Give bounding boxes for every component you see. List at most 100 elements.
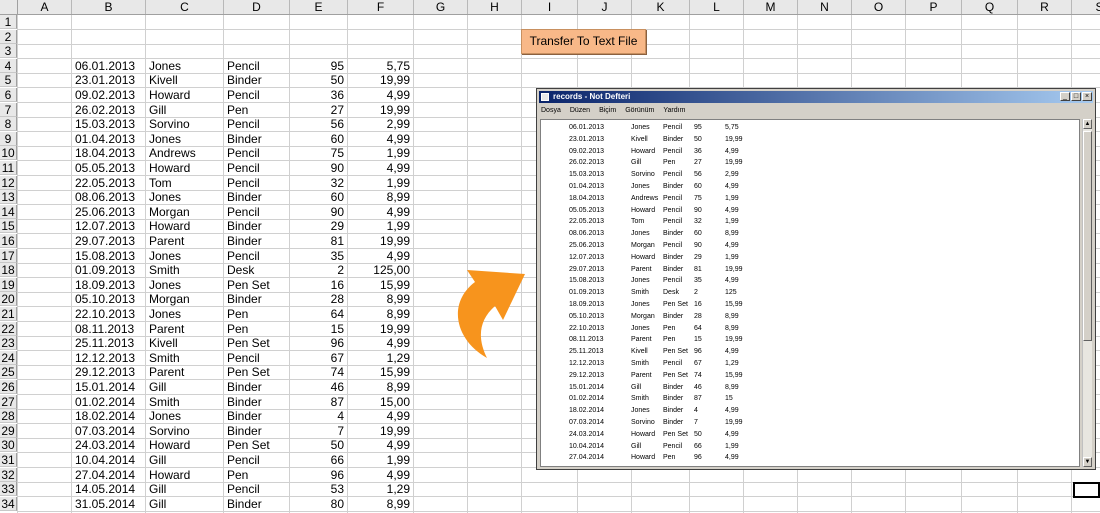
name-cell[interactable]: Parent bbox=[146, 365, 223, 379]
units-cell[interactable]: 15 bbox=[290, 322, 347, 336]
name-cell[interactable]: Jones bbox=[146, 409, 223, 423]
column-header[interactable]: L bbox=[690, 0, 744, 14]
item-cell[interactable]: Binder bbox=[224, 497, 289, 511]
column-header[interactable]: J bbox=[578, 0, 632, 14]
date-cell[interactable]: 01.02.2014 bbox=[72, 395, 145, 409]
units-cell[interactable]: 87 bbox=[290, 395, 347, 409]
date-cell[interactable]: 31.05.2014 bbox=[72, 497, 145, 511]
date-cell[interactable]: 15.03.2013 bbox=[72, 117, 145, 131]
units-cell[interactable]: 35 bbox=[290, 249, 347, 263]
price-cell[interactable]: 2,99 bbox=[348, 117, 413, 131]
close-button[interactable]: × bbox=[1082, 92, 1092, 101]
price-cell[interactable]: 4,99 bbox=[348, 336, 413, 350]
date-cell[interactable]: 23.01.2013 bbox=[72, 73, 145, 87]
name-cell[interactable]: Andrews bbox=[146, 146, 223, 160]
price-cell[interactable]: 4,99 bbox=[348, 468, 413, 482]
units-cell[interactable]: 90 bbox=[290, 161, 347, 175]
vertical-scrollbar[interactable]: ▲ ▼ bbox=[1082, 119, 1092, 467]
name-cell[interactable]: Jones bbox=[146, 278, 223, 292]
name-cell[interactable]: Jones bbox=[146, 132, 223, 146]
column-header[interactable]: F bbox=[348, 0, 414, 14]
name-cell[interactable]: Parent bbox=[146, 322, 223, 336]
price-cell[interactable]: 4,99 bbox=[348, 249, 413, 263]
name-cell[interactable]: Howard bbox=[146, 88, 223, 102]
date-cell[interactable]: 18.09.2013 bbox=[72, 278, 145, 292]
date-cell[interactable]: 25.11.2013 bbox=[72, 336, 145, 350]
row-header[interactable]: 4 bbox=[0, 58, 17, 73]
name-cell[interactable]: Smith bbox=[146, 351, 223, 365]
item-cell[interactable]: Pen Set bbox=[224, 336, 289, 350]
column-header[interactable]: N bbox=[798, 0, 852, 14]
item-cell[interactable]: Pencil bbox=[224, 117, 289, 131]
select-all-corner[interactable] bbox=[0, 0, 18, 14]
name-cell[interactable]: Howard bbox=[146, 438, 223, 452]
row-header[interactable]: 19 bbox=[0, 277, 17, 292]
column-header[interactable]: O bbox=[852, 0, 906, 14]
row-header[interactable]: 28 bbox=[0, 409, 17, 424]
name-cell[interactable]: Jones bbox=[146, 59, 223, 73]
column-header[interactable]: D bbox=[224, 0, 290, 14]
maximize-button[interactable]: □ bbox=[1071, 92, 1081, 101]
price-cell[interactable]: 4,99 bbox=[348, 438, 413, 452]
row-header[interactable]: 14 bbox=[0, 204, 17, 219]
notepad-text-area[interactable]: 06.01.2013 Jones Pencil 95 5,75 23.01.2013 Kiv… bbox=[540, 119, 1080, 467]
item-cell[interactable]: Pencil bbox=[224, 482, 289, 496]
date-cell[interactable]: 09.02.2013 bbox=[72, 88, 145, 102]
row-header[interactable]: 30 bbox=[0, 438, 17, 453]
date-cell[interactable]: 22.10.2013 bbox=[72, 307, 145, 321]
item-cell[interactable]: Pen bbox=[224, 307, 289, 321]
minimize-button[interactable]: _ bbox=[1060, 92, 1070, 101]
price-cell[interactable]: 1,99 bbox=[348, 453, 413, 467]
date-cell[interactable]: 05.10.2013 bbox=[72, 292, 145, 306]
date-cell[interactable]: 12.12.2013 bbox=[72, 351, 145, 365]
price-cell[interactable]: 4,99 bbox=[348, 161, 413, 175]
units-cell[interactable]: 7 bbox=[290, 424, 347, 438]
date-cell[interactable]: 22.05.2013 bbox=[72, 176, 145, 190]
row-header[interactable]: 3 bbox=[0, 44, 17, 59]
column-header[interactable]: I bbox=[522, 0, 578, 14]
units-cell[interactable]: 50 bbox=[290, 438, 347, 452]
date-cell[interactable]: 08.11.2013 bbox=[72, 322, 145, 336]
units-cell[interactable]: 96 bbox=[290, 336, 347, 350]
item-cell[interactable]: Pen Set bbox=[224, 278, 289, 292]
item-cell[interactable]: Pencil bbox=[224, 161, 289, 175]
name-cell[interactable]: Kivell bbox=[146, 73, 223, 87]
price-cell[interactable]: 4,99 bbox=[348, 205, 413, 219]
column-header[interactable]: R bbox=[1018, 0, 1072, 14]
name-cell[interactable]: Tom bbox=[146, 176, 223, 190]
menu-bicim[interactable]: Biçim bbox=[599, 105, 616, 117]
date-cell[interactable]: 12.07.2013 bbox=[72, 219, 145, 233]
item-cell[interactable]: Binder bbox=[224, 132, 289, 146]
item-cell[interactable]: Pencil bbox=[224, 176, 289, 190]
column-header[interactable]: K bbox=[632, 0, 690, 14]
units-cell[interactable]: 96 bbox=[290, 468, 347, 482]
column-header[interactable]: H bbox=[468, 0, 522, 14]
row-header[interactable]: 11 bbox=[0, 161, 17, 175]
date-cell[interactable]: 27.04.2014 bbox=[72, 468, 145, 482]
row-header[interactable]: 22 bbox=[0, 321, 17, 336]
price-cell[interactable]: 19,99 bbox=[348, 103, 413, 117]
price-cell[interactable]: 4,99 bbox=[348, 409, 413, 423]
item-cell[interactable]: Pen bbox=[224, 103, 289, 117]
row-header[interactable]: 1 bbox=[0, 15, 17, 29]
item-cell[interactable]: Binder bbox=[224, 424, 289, 438]
row-header[interactable]: 16 bbox=[0, 234, 17, 248]
row-header[interactable]: 17 bbox=[0, 248, 17, 263]
row-header[interactable]: 25 bbox=[0, 365, 17, 380]
price-cell[interactable]: 19,99 bbox=[348, 234, 413, 248]
date-cell[interactable]: 15.01.2014 bbox=[72, 380, 145, 394]
row-header[interactable]: 21 bbox=[0, 307, 17, 321]
price-cell[interactable]: 8,99 bbox=[348, 292, 413, 306]
units-cell[interactable]: 32 bbox=[290, 176, 347, 190]
menu-gorunum[interactable]: Görünüm bbox=[625, 105, 654, 117]
item-cell[interactable]: Pencil bbox=[224, 88, 289, 102]
units-cell[interactable]: 4 bbox=[290, 409, 347, 423]
row-header[interactable]: 34 bbox=[0, 496, 17, 511]
row-header[interactable]: 12 bbox=[0, 175, 17, 190]
row-header[interactable]: 27 bbox=[0, 394, 17, 409]
item-cell[interactable]: Pencil bbox=[224, 146, 289, 160]
item-cell[interactable]: Pencil bbox=[224, 59, 289, 73]
price-cell[interactable]: 4,99 bbox=[348, 88, 413, 102]
price-cell[interactable]: 1,29 bbox=[348, 351, 413, 365]
row-header[interactable]: 26 bbox=[0, 380, 17, 394]
